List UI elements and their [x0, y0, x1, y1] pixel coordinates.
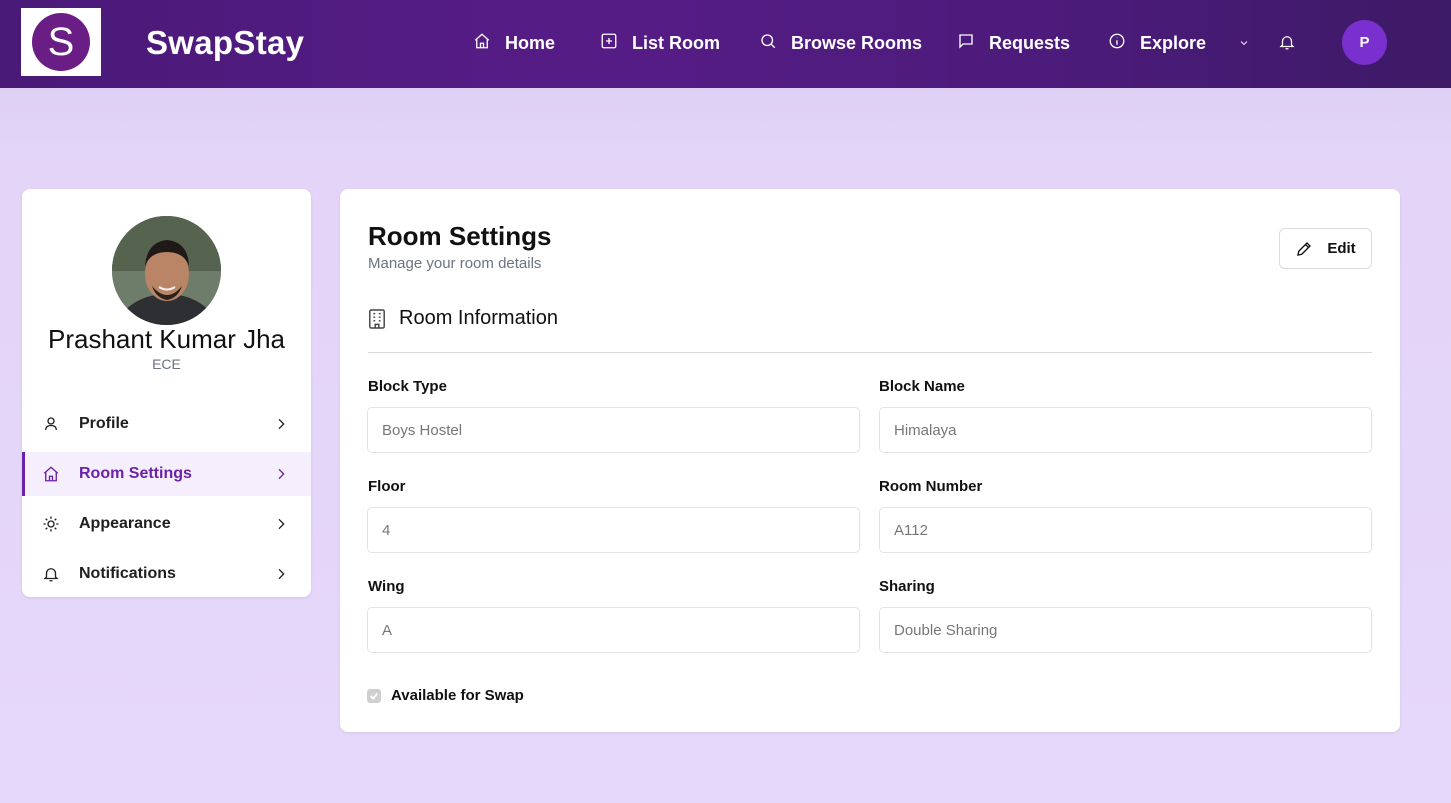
- profile-sidebar: Prashant Kumar Jha ECE Profile Room Sett…: [22, 189, 311, 597]
- edit-button-label: Edit: [1327, 240, 1356, 257]
- available-for-swap-row: Available for Swap: [367, 687, 524, 704]
- sharing-input[interactable]: [879, 607, 1372, 653]
- sidebar-item-label: Appearance: [79, 515, 171, 532]
- nav-requests-label: Requests: [989, 32, 1071, 53]
- floor-input[interactable]: [367, 507, 860, 553]
- top-navbar: S SwapStay Home List Room Browse Rooms R…: [0, 0, 1451, 88]
- message-icon: [957, 32, 975, 55]
- bell-icon: [42, 565, 60, 583]
- available-for-swap-checkbox[interactable]: [367, 688, 381, 703]
- nav-requests[interactable]: Requests: [957, 30, 1070, 56]
- sidebar-item-label: Room Settings: [79, 465, 192, 482]
- logo-letter: S: [32, 13, 90, 71]
- brand-name[interactable]: SwapStay: [146, 24, 304, 62]
- page-subtitle: Manage your room details: [368, 255, 542, 272]
- sidebar-item-profile[interactable]: Profile: [22, 402, 311, 446]
- user-avatar[interactable]: P: [1342, 20, 1387, 65]
- wing-label: Wing: [368, 578, 405, 595]
- nav-list-room-label: List Room: [632, 32, 720, 53]
- sun-icon: [42, 515, 60, 533]
- section-divider: [368, 352, 1372, 353]
- room-number-label: Room Number: [879, 478, 983, 495]
- sharing-label: Sharing: [879, 578, 935, 595]
- sidebar-item-notifications[interactable]: Notifications: [22, 552, 311, 596]
- page-title: Room Settings: [368, 221, 552, 251]
- plus-square-icon: [600, 32, 618, 55]
- profile-department: ECE: [152, 356, 181, 372]
- chevron-right-icon: [273, 566, 289, 582]
- section-header: Room Information: [368, 307, 558, 330]
- home-icon: [473, 32, 491, 55]
- room-number-input[interactable]: [879, 507, 1372, 553]
- nav-home[interactable]: Home: [473, 30, 555, 56]
- user-icon: [42, 415, 60, 433]
- available-for-swap-label: Available for Swap: [391, 687, 524, 704]
- brand-logo[interactable]: S: [21, 8, 101, 76]
- nav-explore[interactable]: Explore: [1108, 30, 1250, 56]
- room-settings-card: Room Settings Manage your room details E…: [340, 189, 1400, 732]
- sidebar-item-label: Profile: [79, 415, 129, 432]
- pencil-icon: [1297, 241, 1312, 256]
- info-icon: [1108, 32, 1126, 55]
- block-type-label: Block Type: [368, 378, 447, 395]
- sidebar-item-appearance[interactable]: Appearance: [22, 502, 311, 546]
- search-icon: [759, 32, 777, 55]
- block-name-input[interactable]: [879, 407, 1372, 453]
- block-name-label: Block Name: [879, 378, 965, 395]
- wing-input[interactable]: [367, 607, 860, 653]
- edit-button[interactable]: Edit: [1279, 228, 1372, 269]
- nav-browse-rooms[interactable]: Browse Rooms: [759, 30, 922, 56]
- profile-name: Prashant Kumar Jha: [47, 324, 285, 354]
- floor-label: Floor: [368, 478, 406, 495]
- section-title: Room Information: [399, 307, 558, 329]
- chevron-right-icon: [273, 466, 289, 482]
- chevron-right-icon: [273, 516, 289, 532]
- nav-browse-rooms-label: Browse Rooms: [791, 32, 923, 53]
- nav-explore-label: Explore: [1140, 32, 1207, 53]
- profile-photo: [112, 216, 221, 325]
- chevron-right-icon: [273, 416, 289, 432]
- sidebar-item-room-settings[interactable]: Room Settings: [22, 452, 311, 496]
- chevron-down-icon: [1240, 41, 1248, 46]
- block-type-input[interactable]: [367, 407, 860, 453]
- check-icon: [369, 692, 379, 700]
- nav-home-label: Home: [505, 32, 556, 53]
- notifications-bell-icon[interactable]: [1278, 33, 1296, 51]
- home-icon: [42, 465, 60, 483]
- sidebar-item-label: Notifications: [79, 565, 176, 582]
- building-icon: [369, 308, 385, 329]
- nav-list-room[interactable]: List Room: [600, 30, 720, 56]
